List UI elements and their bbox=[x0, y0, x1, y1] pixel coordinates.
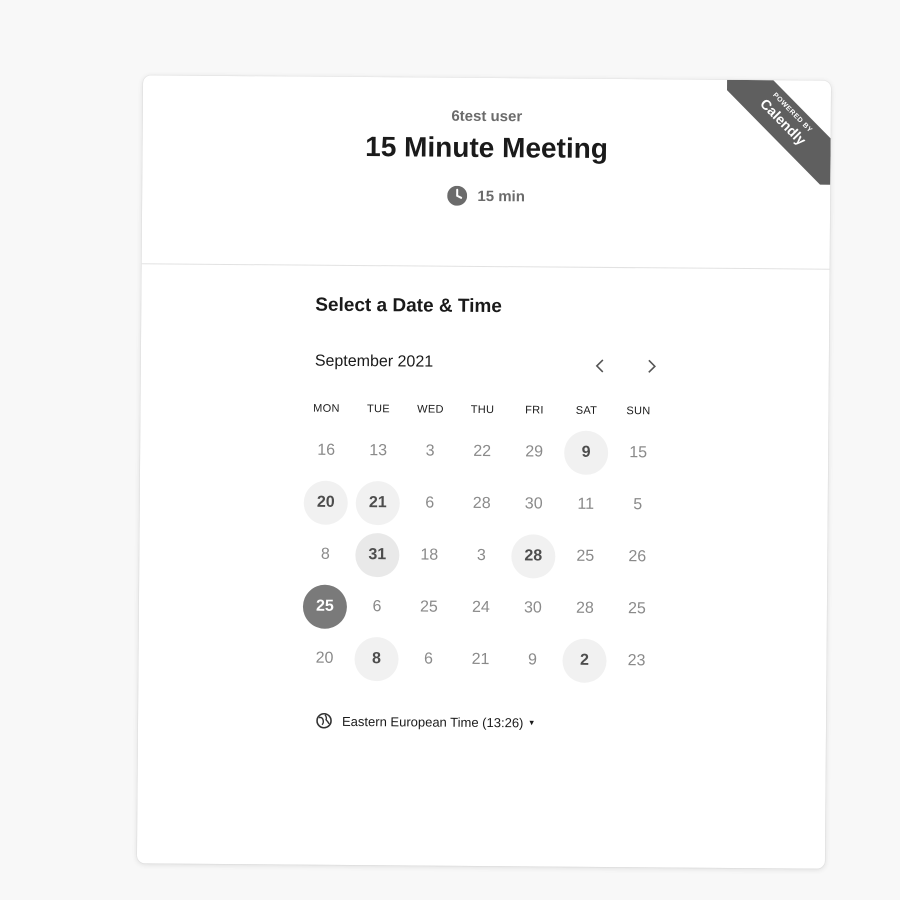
prev-month-button[interactable] bbox=[585, 351, 615, 381]
weekday-fri: FRI bbox=[525, 404, 544, 417]
day-number: 16 bbox=[317, 441, 336, 459]
day-number: 6 bbox=[424, 650, 434, 668]
day-cell: 24 bbox=[455, 582, 507, 634]
day-number: 21 bbox=[355, 480, 400, 526]
day-cell: 9 bbox=[506, 634, 558, 686]
day-number: 25 bbox=[576, 547, 595, 565]
weekday-header: MON TUE WED THU FRI SAT SUN bbox=[300, 403, 668, 418]
day-number: 26 bbox=[628, 548, 647, 566]
weekday-sun: SUN bbox=[626, 405, 651, 418]
booking-card: 6test user 15 Minute Meeting 15 min POWE… bbox=[136, 75, 832, 869]
timezone-label: Eastern European Time (13:26) bbox=[341, 713, 524, 730]
day-number: 9 bbox=[563, 430, 609, 475]
day-number: 3 bbox=[476, 546, 486, 565]
weekday-thu: THU bbox=[470, 403, 495, 417]
day-cell[interactable]: 8 bbox=[350, 633, 402, 685]
day-cell: 28 bbox=[456, 478, 508, 530]
day-cell: 5 bbox=[612, 479, 664, 531]
day-number: 31 bbox=[355, 532, 400, 578]
day-number: 18 bbox=[420, 546, 439, 564]
weekday-sat: SAT bbox=[575, 404, 598, 417]
selected-day-cell[interactable]: 25 bbox=[299, 581, 351, 633]
day-cell: 18 bbox=[403, 529, 455, 581]
day-cell: 15 bbox=[612, 427, 664, 479]
day-number: 8 bbox=[320, 545, 330, 563]
day-number: 23 bbox=[627, 652, 646, 670]
day-cell[interactable]: 28 bbox=[507, 530, 559, 582]
day-number: 20 bbox=[315, 649, 334, 667]
day-number: 3 bbox=[425, 442, 435, 460]
ribbon-band: POWERED BY Calendly bbox=[726, 79, 832, 185]
day-number: 25 bbox=[419, 598, 438, 616]
day-cell: 25 bbox=[611, 583, 663, 635]
day-number: 21 bbox=[471, 650, 490, 669]
day-number: 2 bbox=[562, 638, 607, 683]
duration-label: 15 min bbox=[477, 187, 525, 205]
day-number: 24 bbox=[471, 598, 490, 617]
day-cell: 3 bbox=[455, 530, 507, 582]
day-number: 30 bbox=[524, 495, 543, 513]
day-cell: 22 bbox=[456, 426, 508, 478]
day-cell[interactable]: 20 bbox=[300, 477, 352, 529]
day-cell: 6 bbox=[351, 581, 403, 633]
globe-icon bbox=[316, 712, 332, 729]
day-cell: 20 bbox=[298, 633, 350, 685]
day-cell: 6 bbox=[404, 477, 456, 529]
day-number: 6 bbox=[372, 598, 382, 616]
day-cell: 16 bbox=[300, 425, 352, 477]
day-cell: 21 bbox=[454, 634, 506, 686]
day-number: 11 bbox=[577, 495, 595, 513]
day-cell: 25 bbox=[403, 581, 455, 633]
section-title: Select a Date & Time bbox=[315, 294, 502, 318]
chevron-right-icon bbox=[648, 359, 656, 373]
day-cell: 26 bbox=[611, 531, 663, 583]
day-cell[interactable]: 2 bbox=[558, 635, 610, 687]
day-number: 22 bbox=[473, 442, 492, 461]
day-cell[interactable]: 21 bbox=[352, 477, 404, 529]
weekday-wed: WED bbox=[417, 403, 444, 416]
weekday-tue: TUE bbox=[366, 403, 390, 416]
day-number: 8 bbox=[354, 636, 399, 682]
next-month-button[interactable] bbox=[637, 351, 667, 381]
day-number: 30 bbox=[523, 599, 542, 617]
day-cell: 13 bbox=[352, 425, 404, 477]
month-label: September 2021 bbox=[314, 352, 434, 371]
day-cell[interactable]: 31 bbox=[351, 529, 403, 581]
day-cell: 30 bbox=[507, 582, 559, 634]
day-cell: 30 bbox=[508, 478, 560, 530]
day-number: 25 bbox=[302, 584, 348, 629]
day-number: 28 bbox=[511, 534, 556, 579]
day-cell: 28 bbox=[559, 583, 611, 635]
day-cell: 29 bbox=[508, 426, 560, 478]
clock-icon bbox=[447, 185, 468, 206]
day-cell: 11 bbox=[560, 479, 612, 531]
calendar-grid: 16 13 3 22 29 9 15 20 21 6 28 30 11 5 8 31 18 3 28 25 26 25 6 2… bbox=[298, 425, 668, 688]
day-number: 28 bbox=[575, 599, 594, 617]
day-number: 6 bbox=[425, 494, 435, 512]
day-cell: 23 bbox=[610, 635, 662, 687]
day-cell: 25 bbox=[559, 531, 611, 583]
caret-down-icon: ▾ bbox=[529, 716, 534, 727]
day-cell[interactable]: 9 bbox=[560, 427, 612, 479]
timezone-selector[interactable]: Eastern European Time (13:26) ▾ bbox=[316, 712, 534, 731]
day-number: 9 bbox=[528, 651, 538, 669]
powered-by-ribbon[interactable]: POWERED BY Calendly bbox=[726, 79, 832, 185]
day-cell: 6 bbox=[402, 633, 454, 685]
day-number: 28 bbox=[472, 494, 491, 513]
day-number: 29 bbox=[525, 443, 544, 461]
day-cell: 3 bbox=[404, 425, 456, 477]
chevron-left-icon bbox=[595, 359, 604, 373]
day-number: 5 bbox=[633, 496, 643, 514]
day-cell: 8 bbox=[299, 529, 351, 581]
day-number: 15 bbox=[629, 444, 648, 462]
day-number: 25 bbox=[627, 600, 646, 618]
day-number: 20 bbox=[303, 480, 348, 525]
day-number: 13 bbox=[369, 442, 388, 460]
month-navigation: September 2021 bbox=[315, 349, 665, 382]
weekday-mon: MON bbox=[313, 402, 340, 415]
event-duration: 15 min bbox=[142, 183, 830, 208]
